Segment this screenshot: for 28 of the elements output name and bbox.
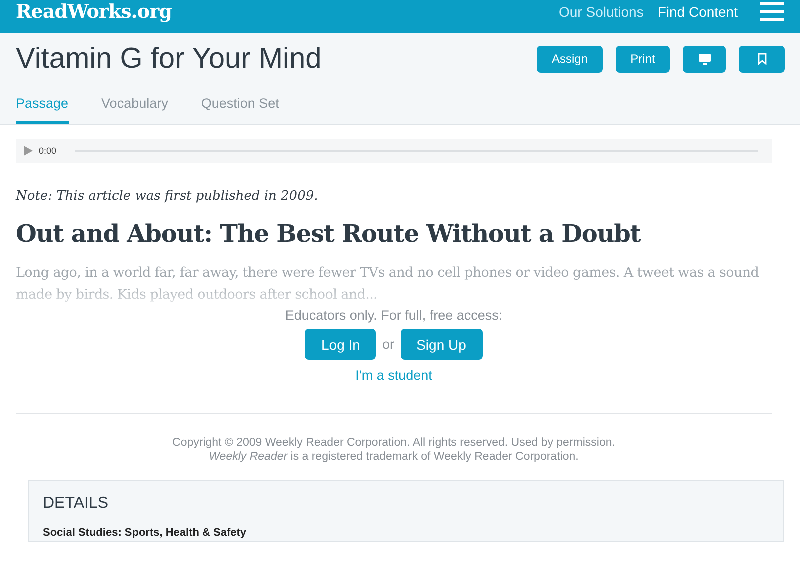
subject-text: Social Studies: Sports, Health & Safety (43, 527, 248, 539)
menu-icon[interactable] (760, 0, 784, 22)
tab[interactable]: Vocabulary (102, 86, 168, 124)
nav-link[interactable]: Our Solutions (559, 4, 644, 20)
assign-button[interactable]: Assign (537, 46, 603, 72)
login-button[interactable]: Log In (305, 329, 376, 360)
monitor-icon (698, 54, 710, 64)
article-excerpt: Long ago, in a world far, far away, there were fewer TVs and no cell phones or video games. A tweet was a sound made by birds. Kids played outdoors after school and... (16, 264, 760, 305)
tab[interactable]: Question Set (201, 86, 280, 124)
copyright-text: Weekly Reader is a registered trademark of Weekly Reader Corporation. (208, 450, 580, 464)
article-heading: Out and About: The Best Route Without a Doubt (16, 219, 642, 248)
play-icon[interactable] (24, 146, 33, 156)
page-title: Vitamin G for Your Mind (16, 42, 322, 76)
copyright-text: Copyright © 2009 Weekly Reader Corporation. All rights reserved. Used by permission. (172, 436, 616, 450)
access-prompt: Educators only. For full, free access: (285, 308, 503, 323)
tab[interactable]: Passage (16, 86, 69, 124)
bookmark-button[interactable] (739, 46, 785, 72)
readworks-logo[interactable]: ReadWorks.org (16, 0, 172, 22)
bookmark-icon (758, 53, 766, 65)
signup-button[interactable]: Sign Up (400, 329, 482, 360)
nav-link[interactable]: Find Content (658, 4, 738, 20)
monitor-button[interactable] (683, 46, 726, 72)
or-text: or (382, 337, 394, 352)
student-link[interactable]: I'm a student (356, 368, 432, 383)
audio-time: 0:00 (39, 146, 57, 156)
print-button[interactable]: Print (616, 46, 670, 72)
details-title: DETAILS (43, 495, 110, 513)
article-note: Note: This article was first published in 2009. (16, 189, 320, 204)
